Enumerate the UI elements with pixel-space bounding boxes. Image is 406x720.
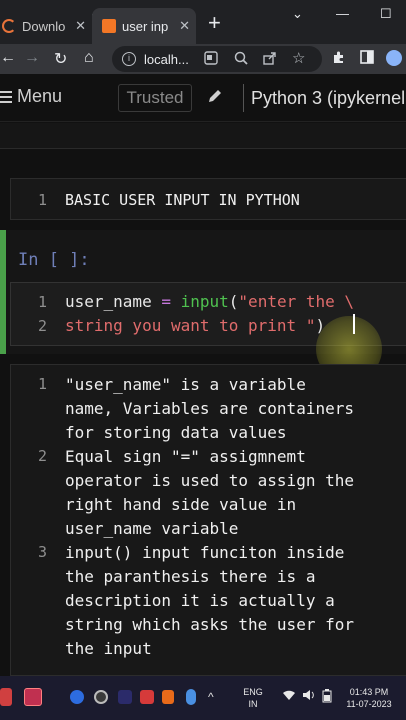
hamburger-icon [0,88,12,106]
notebook-toolbar [0,123,406,149]
edit-pencil-icon[interactable] [206,87,224,110]
forward-icon[interactable]: → [24,49,40,67]
back-icon[interactable]: ← [0,49,16,67]
address-text: localh... [144,51,189,67]
home-icon[interactable]: ⌂ [84,49,94,67]
line-number: 1 [37,293,47,311]
reload-icon[interactable]: ↻ [54,49,67,69]
notebook-area: 1 BASIC USER INPUT IN PYTHON In [ ]: 1 2… [0,150,406,676]
app-icon[interactable] [0,688,12,706]
markdown-cell-title[interactable]: 1 BASIC USER INPUT IN PYTHON [10,178,406,220]
close-tab-icon[interactable]: ✕ [75,18,86,34]
menu-button[interactable]: Menu [0,86,62,107]
note-line: for storing data values [65,423,287,442]
clock[interactable]: 01:43 PM 11-07-2023 [336,686,402,710]
tab-label: user inp [122,18,169,34]
note-line: operator is used to assign the [65,471,354,490]
maximize-icon[interactable]: ☐ [380,6,392,22]
line-number: 1 [37,375,47,393]
note-line: input() input funciton inside [65,543,345,562]
profile-avatar[interactable] [386,50,402,66]
tray-app-icon[interactable] [118,690,132,704]
new-tab-button[interactable]: + [208,10,221,36]
note-line: user_name variable [65,519,239,538]
bookmark-star-icon[interactable]: ☆ [292,49,305,67]
note-line: the input [65,639,152,658]
text-caret [353,314,355,334]
note-line: right hand side value in [65,495,297,514]
taskbar: ^ ENG IN 01:43 PM 11-07-2023 [0,676,406,720]
code-string: "enter the \ [238,292,355,311]
code-function: input [180,292,229,311]
note-line: description it is actually a [65,591,335,610]
clock-date: 11-07-2023 [346,699,392,709]
download-favicon-icon [2,19,16,33]
tray-overflow-icon[interactable]: ^ [208,690,214,704]
region-code: IN [248,699,258,709]
jupyter-favicon-icon [102,19,116,33]
markdown-cell-notes[interactable]: 1 2 3 "user_name" is a variable name, Va… [10,364,406,676]
language-code: ENG [243,687,263,697]
volume-icon[interactable] [302,689,316,704]
tab-downloads[interactable]: Downlo ✕ [0,8,92,44]
input-language[interactable]: ENG IN [238,686,268,710]
side-panel-icon[interactable] [360,50,374,67]
line-number: 1 [37,191,47,209]
tray-app-icon[interactable] [162,690,174,704]
note-line: name, Variables are containers [65,399,354,418]
trusted-badge[interactable]: Trusted [118,84,192,112]
site-info-icon[interactable]: i [122,52,136,66]
code-operator: = [151,292,181,311]
microphone-icon[interactable] [186,689,196,705]
menu-label: Menu [17,86,63,106]
line-number: 3 [37,543,47,561]
note-line: "user_name" is a variable [65,375,306,394]
app-icon[interactable] [24,688,42,706]
share-icon[interactable] [263,51,277,68]
zoom-icon[interactable] [234,51,248,68]
line-number: 2 [37,447,47,465]
cell-text: BASIC USER INPUT IN PYTHON [65,191,300,209]
input-prompt: In [ ]: [18,250,90,270]
translate-icon[interactable] [204,51,218,68]
tray-app-icon[interactable] [70,690,84,704]
code-line-2: string you want to print ") [65,316,325,335]
extensions-icon[interactable] [332,50,346,67]
kernel-indicator[interactable]: Python 3 (ipykernel [243,84,406,112]
minimize-icon[interactable]: — [336,6,349,21]
browser-tab-strip: Downlo ✕ user inp ✕ + ⌄ — ☐ [0,0,406,44]
battery-icon[interactable] [322,689,332,706]
tray-app-icon[interactable] [94,690,108,704]
code-variable: user_name [65,292,152,311]
tray-app-icon[interactable] [140,690,154,704]
tab-label: Downlo [22,18,66,34]
note-line: string which asks the user for [65,615,354,634]
code-paren: ( [228,292,239,311]
note-line: the paranthesis there is a [65,567,316,586]
code-string: string you want to print " [65,316,316,335]
jupyter-header: Menu Trusted Python 3 (ipykernel [0,74,406,122]
note-line: Equal sign "=" assigmnemt [65,447,306,466]
clock-time: 01:43 PM [349,687,389,697]
address-toolbar: ← → ↻ ⌂ i localh... ☆ [0,44,406,74]
code-line-1: user_name = input("enter the \ [65,292,354,311]
tab-search-icon[interactable]: ⌄ [292,6,303,22]
close-tab-icon[interactable]: ✕ [179,18,190,34]
wifi-icon[interactable] [282,689,296,704]
screen: Downlo ✕ user inp ✕ + ⌄ — ☐ ← → ↻ ⌂ i lo… [0,0,406,720]
tab-user-input[interactable]: user inp ✕ [92,8,196,44]
line-number: 2 [37,317,47,335]
